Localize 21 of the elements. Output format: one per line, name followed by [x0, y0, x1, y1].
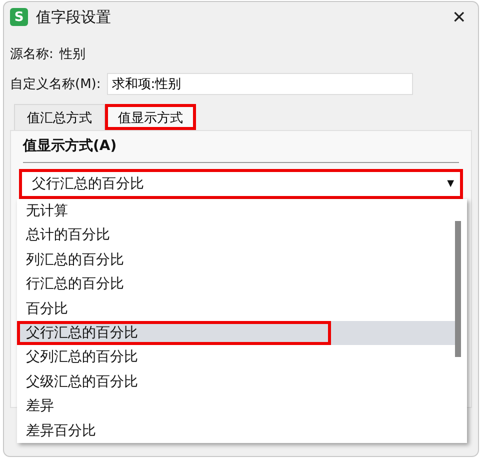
dropdown-option[interactable]: 父行汇总的百分比 — [17, 320, 331, 346]
source-name-value: 性别 — [59, 46, 86, 63]
dropdown-option[interactable]: 无计算 — [17, 199, 455, 224]
display-mode-dropdown[interactable]: 父行汇总的百分比 ▼ — [19, 169, 463, 199]
dropdown-option[interactable]: 行汇总的百分比 — [17, 272, 455, 297]
dropdown-option[interactable]: 父列汇总的百分比 — [17, 345, 455, 370]
dropdown-option[interactable]: 父级汇总的百分比 — [17, 370, 455, 394]
custom-name-field[interactable]: 求和项:性别 — [106, 73, 413, 95]
tab[interactable]: 值汇总方式 — [14, 104, 105, 130]
dropdown-option[interactable]: 百分比 — [17, 296, 455, 321]
dropdown-option[interactable]: 总计的百分比 — [17, 223, 455, 248]
dropdown-option[interactable]: 列汇总的百分比 — [17, 248, 455, 272]
close-button[interactable]: ✕ — [446, 4, 472, 30]
dropdown-option[interactable]: 差异百分比 — [17, 418, 455, 443]
source-name-label: 源名称: — [10, 46, 54, 63]
window-title: 值字段设置 — [36, 8, 111, 26]
section-label: 值显示方式(A) — [23, 137, 118, 155]
tab[interactable]: 值显示方式 — [105, 104, 196, 130]
custom-name-label: 自定义名称(M): — [10, 76, 101, 93]
dropdown-option[interactable]: 差异 — [17, 394, 455, 419]
app-logo-icon: S — [10, 8, 28, 26]
